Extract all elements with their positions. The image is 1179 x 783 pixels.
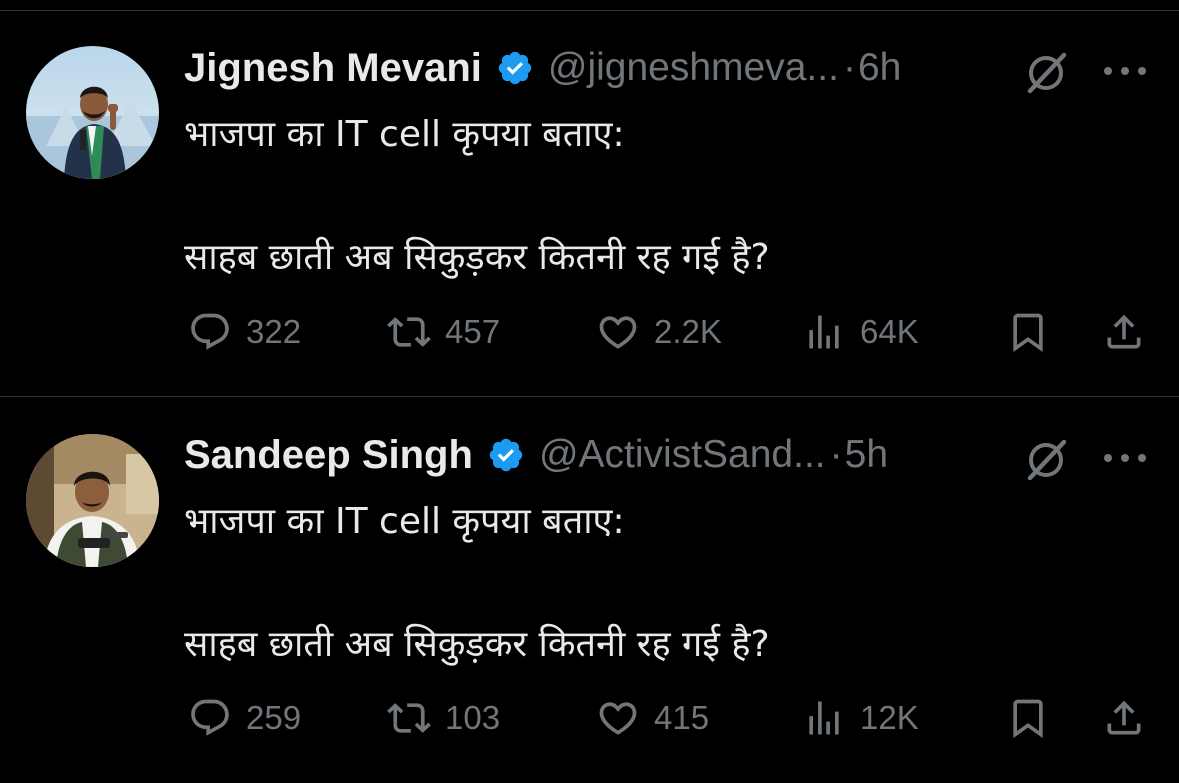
retweet-icon xyxy=(387,310,431,354)
action-bar: 322 457 2.2K 64K xyxy=(184,307,1149,357)
more-options-icon[interactable] xyxy=(1102,59,1148,83)
share-icon xyxy=(1102,696,1146,740)
more-options-icon[interactable] xyxy=(1102,446,1148,470)
reply-icon xyxy=(188,696,232,740)
grok-icon[interactable] xyxy=(1024,49,1070,95)
display-name[interactable]: Jignesh Mevani xyxy=(184,46,482,91)
timestamp[interactable]: 6h xyxy=(858,46,901,90)
views-count: 64K xyxy=(860,313,919,350)
tweet-text-line: साहब छाती अब सिकुड़कर कितनी रह गई है? xyxy=(184,624,770,665)
bookmark-button[interactable] xyxy=(1006,693,1050,743)
user-handle[interactable]: @jigneshmeva... xyxy=(548,46,839,90)
retweet-count: 457 xyxy=(445,313,501,350)
avatar[interactable] xyxy=(26,46,159,179)
action-bar: 259 103 415 12K xyxy=(184,693,1149,743)
retweet-button[interactable]: 103 xyxy=(387,693,500,743)
tweet-text-line: भाजपा का IT cell कृपया बताए: xyxy=(184,501,625,542)
tweet[interactable]: Jignesh Mevani @jigneshmeva... · 6h भाजप… xyxy=(0,11,1179,396)
reply-count: 322 xyxy=(246,313,302,350)
like-button[interactable]: 2.2K xyxy=(596,307,722,357)
tweet-divider xyxy=(0,396,1179,397)
tweet-text-line: भाजपा का IT cell कृपया बताए: xyxy=(184,114,625,155)
views-icon xyxy=(802,310,846,354)
tweet-text: भाजपा का IT cell कृपया बताए: साहब छाती अ… xyxy=(184,498,1134,690)
reply-icon xyxy=(188,310,232,354)
verified-badge-icon xyxy=(496,49,534,87)
like-count: 2.2K xyxy=(654,313,722,350)
bookmark-button[interactable] xyxy=(1006,307,1050,357)
reply-count: 259 xyxy=(246,699,302,736)
share-icon xyxy=(1102,310,1146,354)
share-button[interactable] xyxy=(1102,693,1146,743)
like-button[interactable]: 415 xyxy=(596,693,709,743)
separator-dot: · xyxy=(842,46,856,89)
tweet[interactable]: Sandeep Singh @ActivistSand... · 5h भाजप… xyxy=(0,398,1179,783)
retweet-count: 103 xyxy=(445,699,501,736)
heart-icon xyxy=(596,696,640,740)
views-count: 12K xyxy=(860,699,919,736)
separator-dot: · xyxy=(829,433,843,476)
user-handle[interactable]: @ActivistSand... xyxy=(539,433,826,477)
tweet-text: भाजपा का IT cell कृपया बताए: साहब छाती अ… xyxy=(184,111,1134,303)
share-button[interactable] xyxy=(1102,307,1146,357)
reply-button[interactable]: 322 xyxy=(188,307,301,357)
tweet-text-line: साहब छाती अब सिकुड़कर कितनी रह गई है? xyxy=(184,237,770,278)
display-name[interactable]: Sandeep Singh xyxy=(184,433,473,478)
avatar[interactable] xyxy=(26,434,159,567)
heart-icon xyxy=(596,310,640,354)
views-icon xyxy=(802,696,846,740)
retweet-icon xyxy=(387,696,431,740)
verified-badge-icon xyxy=(487,436,525,474)
like-count: 415 xyxy=(654,699,710,736)
reply-button[interactable]: 259 xyxy=(188,693,301,743)
bookmark-icon xyxy=(1006,310,1050,354)
grok-icon[interactable] xyxy=(1024,436,1070,482)
views-button[interactable]: 12K xyxy=(802,693,919,743)
retweet-button[interactable]: 457 xyxy=(387,307,500,357)
views-button[interactable]: 64K xyxy=(802,307,919,357)
bookmark-icon xyxy=(1006,696,1050,740)
timestamp[interactable]: 5h xyxy=(845,433,888,477)
